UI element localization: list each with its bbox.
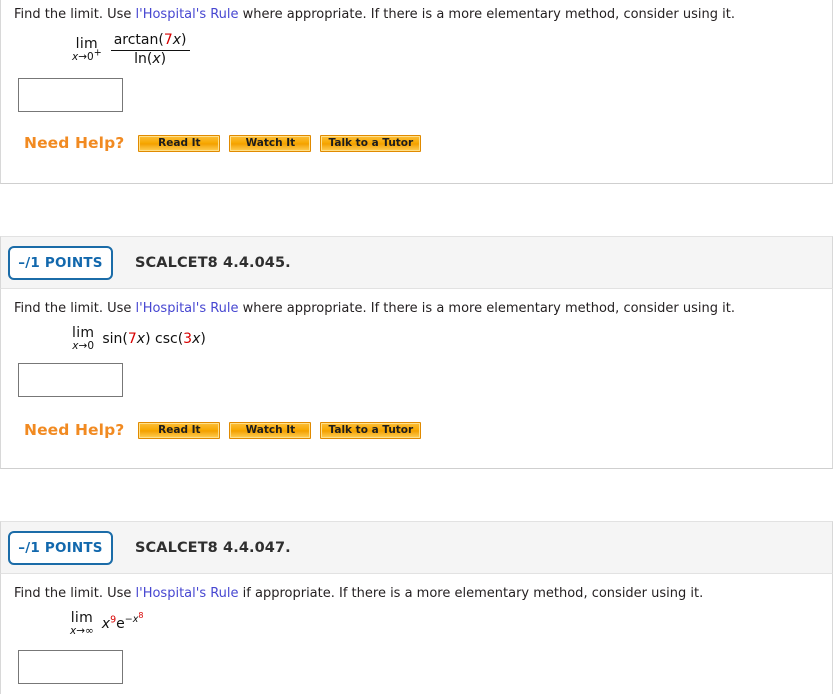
limit-expression-1: lim x→0+ arctan(7x) ln(x) [72, 32, 190, 67]
answer-input-3[interactable] [18, 650, 123, 684]
question-card-2 [0, 289, 833, 469]
need-help-label: Need Help? [24, 134, 125, 152]
limit-expression-2: lim x→0 sin(7x) csc(3x) [72, 326, 206, 352]
points-badge-2[interactable]: –/1 POINTS [8, 245, 113, 280]
question-header-2: –/1 POINTS SCALCET8 4.4.045. [0, 236, 833, 289]
limit-body: x9e−x8 [101, 610, 144, 632]
question-title-2: SCALCET8 4.4.045. [135, 254, 291, 271]
limit-word: lim [70, 610, 94, 626]
prompt-text-after: if appropriate. If there is a more eleme… [238, 586, 704, 601]
lhospitals-rule-link[interactable]: l'Hospital's Rule [136, 301, 239, 316]
prompt-text-before: Find the limit. Use [14, 301, 136, 316]
limit-operator: lim x→0+ [72, 37, 102, 63]
question-card-1 [0, 0, 833, 184]
question-header-3: –/1 POINTS SCALCET8 4.4.047. [0, 521, 833, 574]
prompt-text-after: where appropriate. If there is a more el… [238, 7, 735, 22]
answer-input-2[interactable] [18, 363, 123, 397]
lhospitals-rule-link[interactable]: l'Hospital's Rule [136, 586, 239, 601]
limit-operator: lim x→∞ [70, 611, 94, 637]
read-it-button[interactable]: Read It [138, 134, 221, 152]
need-help-row-1: Need Help? Read It Watch It Talk to a Tu… [24, 134, 430, 152]
limit-subscript: x→0 [72, 340, 95, 352]
question-title-3: SCALCET8 4.4.047. [135, 539, 291, 556]
lhospitals-rule-link[interactable]: l'Hospital's Rule [136, 7, 239, 22]
limit-operator: lim x→0 [72, 326, 94, 352]
talk-to-a-tutor-button[interactable]: Talk to a Tutor [320, 134, 422, 152]
need-help-label: Need Help? [24, 421, 125, 439]
fraction: arctan(7x) ln(x) [110, 32, 190, 67]
limit-subscript: x→∞ [70, 625, 94, 637]
question-prompt-1: Find the limit. Use l'Hospital's Rule wh… [14, 7, 735, 22]
answer-input-1[interactable] [18, 78, 123, 112]
question-prompt-3: Find the limit. Use l'Hospital's Rule if… [14, 586, 703, 601]
fraction-numerator: arctan(7x) [113, 32, 187, 48]
assignment-page: Find the limit. Use l'Hospital's Rule wh… [0, 0, 833, 694]
need-help-row-2: Need Help? Read It Watch It Talk to a Tu… [24, 421, 430, 439]
prompt-text-before: Find the limit. Use [14, 7, 136, 22]
read-it-button[interactable]: Read It [138, 421, 221, 439]
talk-to-a-tutor-button[interactable]: Talk to a Tutor [320, 421, 422, 439]
watch-it-button[interactable]: Watch It [229, 134, 312, 152]
prompt-text-after: where appropriate. If there is a more el… [238, 301, 735, 316]
fraction-denominator: ln(x) [134, 50, 167, 67]
limit-subscript: x→0+ [72, 47, 102, 64]
limit-word: lim [72, 325, 95, 341]
question-prompt-2: Find the limit. Use l'Hospital's Rule wh… [14, 301, 735, 316]
points-badge-3[interactable]: –/1 POINTS [8, 530, 113, 565]
watch-it-button[interactable]: Watch It [229, 421, 312, 439]
limit-body: sin(7x) csc(3x) [102, 330, 206, 347]
limit-expression-3: lim x→∞ x9e−x8 [70, 611, 143, 637]
exponent: −x8 [124, 610, 144, 626]
prompt-text-before: Find the limit. Use [14, 586, 136, 601]
